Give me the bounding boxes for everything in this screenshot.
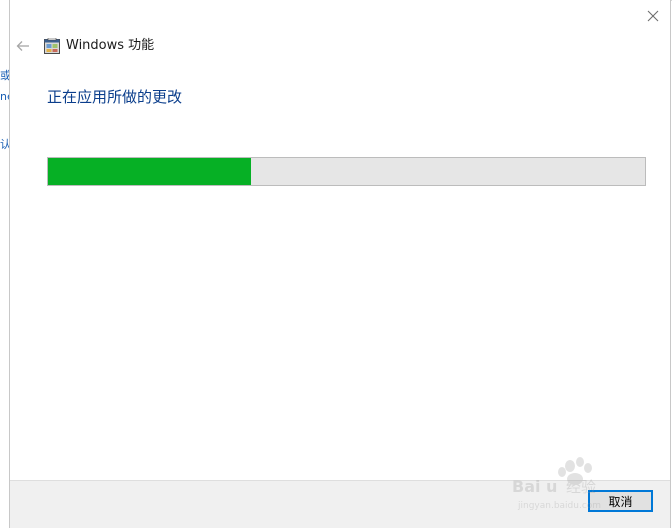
back-arrow-icon [16,41,29,51]
svg-text:Bai: Bai [512,477,540,496]
baidu-jingyan-watermark: Bai u 经验 jingyan.baidu.com [512,457,601,511]
close-icon [647,10,659,22]
status-heading: 正在应用所做的更改 [47,88,183,106]
svg-text:jingyan.baidu.com: jingyan.baidu.com [517,501,601,511]
svg-text:u: u [546,477,557,496]
close-button[interactable] [642,6,664,26]
progress-fill [48,158,251,185]
svg-text:经验: 经验 [566,478,596,496]
progress-bar [47,157,646,186]
back-button[interactable] [13,36,33,56]
dialog-title: Windows 功能 [66,38,155,53]
screen: 或 ne 认 Windows 功能 正在应用所做的更改 取消 Bai u 经验 … [0,0,672,529]
windows-features-icon [44,38,60,54]
windows-features-dialog: Windows 功能 正在应用所做的更改 取消 [9,0,671,528]
